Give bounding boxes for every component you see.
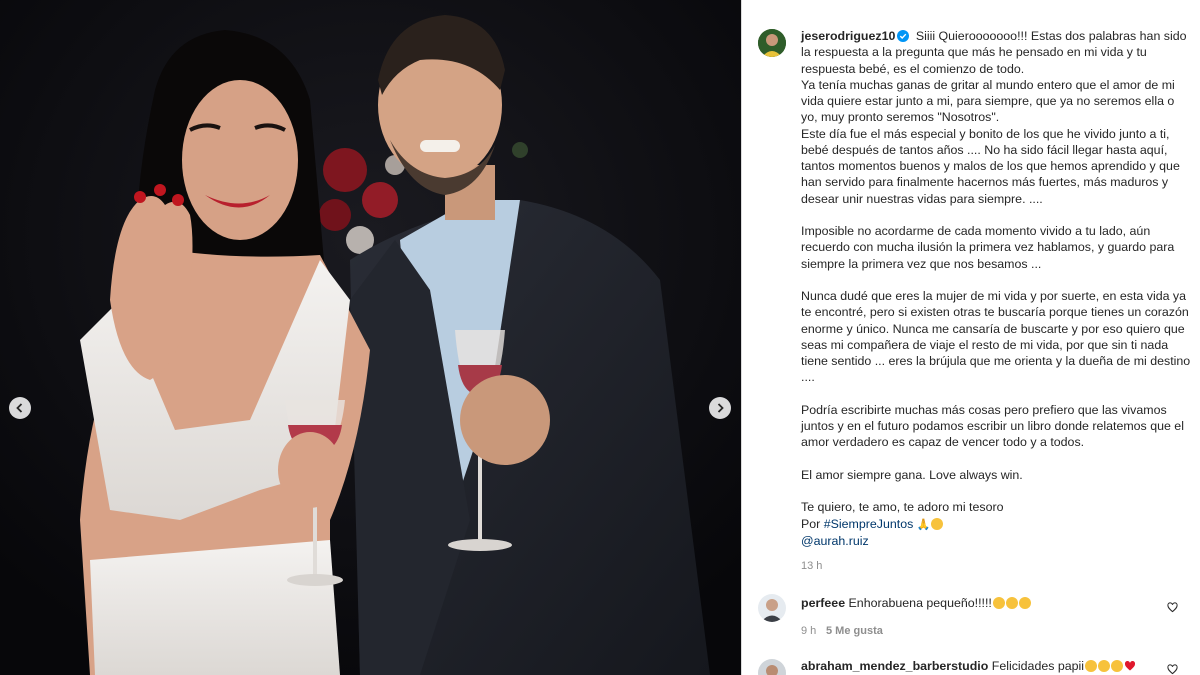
- red-heart-emoji: [1124, 660, 1136, 671]
- mention-link[interactable]: @aurah.ruiz: [801, 534, 869, 548]
- avatar-image: [758, 659, 786, 675]
- post-timestamp[interactable]: 13 h: [801, 560, 822, 572]
- clap-emoji: [1085, 660, 1098, 672]
- author-username[interactable]: jeserodriguez10: [801, 29, 895, 43]
- caption-paragraph-8: Te quiero, te amo, te adoro mi tesoro: [801, 500, 1004, 515]
- previous-image-button[interactable]: [9, 397, 31, 419]
- commenter-avatar[interactable]: [758, 594, 786, 622]
- pray-emoji: 🙏: [916, 518, 931, 531]
- heart-icon[interactable]: [1167, 664, 1178, 675]
- clap-emoji: [992, 597, 1005, 609]
- post-media[interactable]: [0, 0, 741, 675]
- comment-likes[interactable]: 5 Me gusta: [826, 625, 883, 637]
- comment-username[interactable]: perfeee: [801, 596, 845, 610]
- commenter-avatar[interactable]: [758, 659, 786, 675]
- clap-emoji: [1018, 597, 1031, 609]
- caption-paragraph-2: Ya tenía muchas ganas de gritar al mundo…: [801, 77, 1175, 125]
- caption-paragraph-3: Este día fue el más especial y bonito de…: [801, 126, 1180, 206]
- chevron-left-icon: [16, 403, 23, 413]
- comment-username[interactable]: abraham_mendez_barberstudio: [801, 659, 988, 673]
- comment-time[interactable]: 9 h: [801, 625, 816, 637]
- author-avatar[interactable]: [758, 29, 786, 57]
- smile-emoji: [931, 517, 944, 530]
- avatar-image: [758, 29, 786, 57]
- heart-icon[interactable]: [1167, 602, 1178, 613]
- caption-hashtag-prefix: Por: [801, 516, 821, 531]
- caption-paragraph-5: Nunca dudé que eres la mujer de mi vida …: [801, 289, 1191, 385]
- caption-paragraph-7: El amor siempre gana. Love always win.: [801, 467, 1023, 482]
- verified-badge-icon: [897, 30, 910, 42]
- comment-text: Felicidades papii: [991, 659, 1085, 673]
- comment-1: perfeee Enhorabuena pequeño!!!!!: [801, 596, 1031, 610]
- post-photo: [0, 0, 741, 675]
- comment-text: Enhorabuena pequeño!!!!!: [848, 596, 992, 610]
- clap-emoji: [1005, 597, 1018, 609]
- next-image-button[interactable]: [709, 397, 731, 419]
- post-side-panel: jeserodriguez10 Siiii Quierooooooo!!! Es…: [742, 0, 1200, 675]
- clap-emoji: [1098, 660, 1111, 672]
- chevron-right-icon: [717, 403, 724, 413]
- post-caption: jeserodriguez10 Siiii Quierooooooo!!! Es…: [801, 28, 1193, 549]
- caption-paragraph-4: Imposible no acordarme de cada momento v…: [801, 224, 1175, 271]
- hashtag-link[interactable]: #SiempreJuntos: [824, 517, 914, 531]
- comment-2: abraham_mendez_barberstudio Felicidades …: [801, 659, 1136, 673]
- avatar-image: [758, 594, 786, 622]
- clap-emoji: [1111, 660, 1124, 672]
- caption-paragraph-6: Podría escribirte muchas más cosas pero …: [801, 402, 1184, 450]
